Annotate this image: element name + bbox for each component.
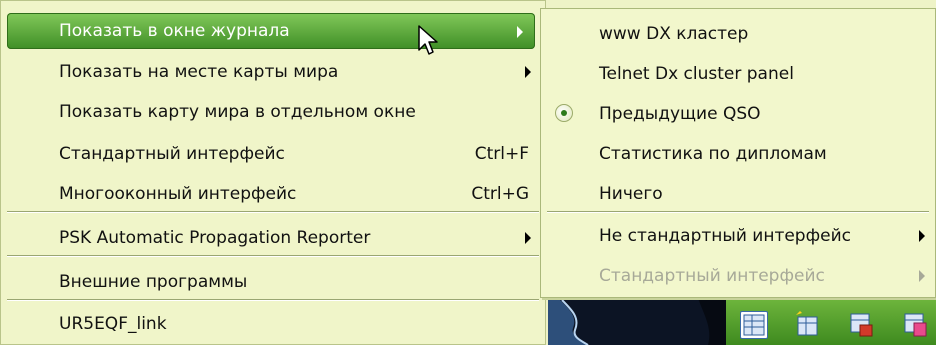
- menu-item-ur5eqf-link[interactable]: UR5EQF_link: [1, 305, 545, 343]
- submenu-arrow-icon: [919, 270, 925, 282]
- menu-item-world-map-separate-window[interactable]: Показать карту мира в отдельном окне: [1, 93, 545, 131]
- menu-separator: [7, 211, 539, 213]
- radio-selected-icon: [555, 104, 573, 122]
- submenu-arrow-icon: [517, 26, 523, 38]
- menu-item-label: Статистика по дипломам: [599, 144, 827, 164]
- submenu-item-standard-interface-disabled: Стандартный интерфейс: [541, 257, 935, 295]
- menu-item-label: UR5EQF_link: [59, 314, 167, 334]
- menu-item-multiwindow-interface[interactable]: Многооконный интерфейс Ctrl+G: [1, 175, 545, 213]
- submenu-arrow-icon: [525, 66, 531, 78]
- menu-item-label: Показать в окне журнала: [59, 21, 290, 41]
- menu-item-external-programs[interactable]: Внешние программы: [1, 263, 545, 301]
- menu-item-psk-reporter[interactable]: PSK Automatic Propagation Reporter: [1, 219, 545, 257]
- mouse-pointer-icon: [418, 25, 438, 55]
- submenu-item-non-standard-interface[interactable]: Не стандартный интерфейс: [541, 217, 935, 255]
- menu-item-label: Ничего: [599, 184, 663, 204]
- map-coastline-graphic: [548, 298, 726, 345]
- menu-separator: [547, 211, 929, 213]
- menu-item-show-in-world-map[interactable]: Показать на месте карты мира: [1, 53, 545, 91]
- world-map-background: [548, 298, 726, 345]
- menu-item-label: www DX кластер: [599, 24, 749, 44]
- menu-item-label: Многооконный интерфейс: [59, 184, 297, 204]
- submenu-arrow-icon: [919, 230, 925, 242]
- submenu-item-previous-qso[interactable]: Предыдущие QSO: [541, 95, 935, 133]
- menu-separator: [7, 299, 539, 301]
- menu-item-shortcut: Ctrl+G: [471, 184, 529, 204]
- menu-item-label: Показать карту мира в отдельном окне: [59, 102, 416, 122]
- new-table-icon[interactable]: [794, 311, 820, 337]
- menu-item-label: Показать на месте карты мира: [59, 62, 339, 82]
- log-table-icon[interactable]: [740, 311, 768, 339]
- menu-separator: [7, 255, 539, 257]
- menu-item-label: Telnet Dx cluster panel: [599, 64, 794, 84]
- submenu-item-diploma-statistics[interactable]: Статистика по дипломам: [541, 135, 935, 173]
- submenu-log-window: www DX кластер Telnet Dx cluster panel П…: [540, 8, 936, 298]
- menu-item-shortcut: Ctrl+F: [474, 144, 529, 164]
- submenu-item-nothing[interactable]: Ничего: [541, 175, 935, 213]
- main-context-menu: Показать в окне журнала Показать на мест…: [0, 0, 546, 345]
- menu-item-standard-interface[interactable]: Стандартный интерфейс Ctrl+F: [1, 135, 545, 173]
- submenu-arrow-icon: [525, 232, 531, 244]
- menu-item-label: Предыдущие QSO: [599, 104, 761, 124]
- submenu-item-www-dx-cluster[interactable]: www DX кластер: [541, 15, 935, 53]
- menu-item-show-in-log-window[interactable]: Показать в окне журнала: [7, 13, 535, 49]
- menu-item-label: Стандартный интерфейс: [599, 266, 825, 286]
- menu-item-label: PSK Automatic Propagation Reporter: [59, 228, 371, 248]
- menu-item-label: Не стандартный интерфейс: [599, 226, 851, 246]
- save-table-icon[interactable]: [848, 311, 874, 337]
- menu-item-label: Внешние программы: [59, 272, 248, 292]
- log-toolbar: [726, 298, 936, 345]
- menu-item-label: Стандартный интерфейс: [59, 144, 285, 164]
- submenu-item-telnet-dx-cluster[interactable]: Telnet Dx cluster panel: [541, 55, 935, 93]
- chart-table-icon[interactable]: [902, 311, 928, 337]
